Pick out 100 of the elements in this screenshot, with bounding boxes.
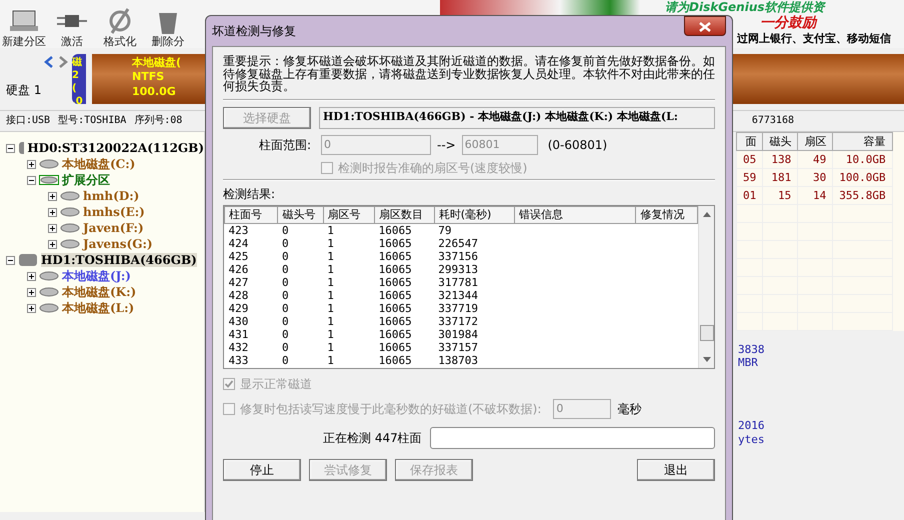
- detail-text: MBR: [738, 356, 758, 370]
- table-cell-text: 428: [228, 288, 250, 302]
- dialog-button[interactable]: 停止: [223, 458, 301, 481]
- column-header[interactable]: 修复情况: [636, 206, 698, 224]
- tree-item[interactable]: HD1:TOSHIBA(466GB): [41, 252, 197, 268]
- table-cell-text: 1: [326, 262, 335, 276]
- expand-icon[interactable]: [27, 288, 36, 296]
- table-cell-text: 16065: [378, 314, 413, 328]
- toolbar-button[interactable]: 删除分: [144, 6, 192, 48]
- table-cell-text: 1: [326, 236, 335, 250]
- toolbar-button[interactable]: 格式化: [96, 6, 144, 48]
- table-cell-text: 337157: [437, 340, 479, 354]
- info-text: 6773168: [752, 115, 794, 127]
- tree-item[interactable]: 本地磁盘(C:): [62, 156, 136, 172]
- table-cell: 1: [323, 223, 375, 237]
- table-cell-text: 0: [280, 354, 290, 367]
- collapse-icon[interactable]: [27, 176, 36, 184]
- tree-item[interactable]: 本地磁盘(L:): [62, 300, 134, 316]
- table-cell-text: 16065: [378, 236, 413, 250]
- forward-icon[interactable]: [58, 56, 68, 68]
- table-cell-text: 16065: [378, 328, 413, 341]
- table-cell-text: 321344: [437, 288, 479, 302]
- table-cell-text: 0: [280, 288, 290, 302]
- expand-icon[interactable]: [48, 192, 57, 200]
- expand-icon[interactable]: [48, 208, 57, 216]
- table-cell: 0: [278, 223, 324, 237]
- table-cell-text: 433: [228, 354, 250, 367]
- tree-item[interactable]: hmhs(E:): [83, 204, 145, 220]
- table-cell-text: 226547: [437, 236, 479, 250]
- table-cell-text: 426: [228, 262, 250, 276]
- table-cell-text: 299313: [437, 262, 479, 276]
- table-cell-text: 0: [280, 236, 290, 250]
- table-cell-text: 0: [280, 302, 290, 315]
- down-arrow-icon[interactable]: [702, 356, 711, 362]
- table-cell-text: 16065: [378, 250, 413, 263]
- expand-icon[interactable]: [48, 224, 57, 232]
- tree-item[interactable]: 本地磁盘(K:): [62, 284, 136, 300]
- table-cell: 30: [798, 168, 833, 186]
- column-header[interactable]: 扇区号: [323, 206, 375, 224]
- table-cell-text: 16065: [378, 354, 413, 367]
- table-cell-text: 337172: [437, 314, 479, 328]
- back-icon[interactable]: [44, 56, 54, 68]
- column-header[interactable]: 容量: [832, 132, 892, 150]
- column-header[interactable]: 面: [736, 132, 763, 150]
- up-arrow-icon[interactable]: [702, 212, 711, 217]
- drive-icon: [60, 191, 80, 201]
- expand-icon[interactable]: [27, 304, 36, 312]
- tree-item[interactable]: hmh(D:): [83, 188, 140, 204]
- checkbox-label: 修复时包括读写速度慢于此毫秒数的好磁道(不破坏数据):: [240, 402, 542, 416]
- drive-icon: [39, 271, 59, 281]
- table-cell-text: 430: [228, 314, 250, 328]
- expand-icon[interactable]: [48, 240, 57, 248]
- expand-icon[interactable]: [27, 160, 36, 168]
- expand-icon[interactable]: [27, 272, 36, 280]
- info-text: 序列号:08: [134, 115, 182, 127]
- column-header[interactable]: 磁头号: [278, 206, 324, 224]
- table-cell-text: 317781: [437, 276, 479, 289]
- column-header[interactable]: 磁头: [762, 132, 798, 150]
- banner-text: 过网上银行、支付宝、移动短信: [737, 32, 891, 46]
- tree-item[interactable]: HD0:ST3120022A(112GB): [27, 140, 204, 156]
- collapse-icon[interactable]: [6, 144, 15, 152]
- scrollbar[interactable]: [698, 206, 714, 368]
- arrow-text: -->: [437, 138, 456, 152]
- table-cell-text: 16065: [378, 340, 413, 354]
- tree-item[interactable]: 本地磁盘(J:): [62, 268, 131, 284]
- table-cell-text: 16065: [378, 302, 413, 315]
- table-cell: 01: [736, 186, 763, 204]
- table-cell-text: 16065: [378, 276, 413, 289]
- table-cell-text: 0: [280, 328, 290, 341]
- range-hint: (0-60801): [548, 138, 608, 152]
- tree-item[interactable]: Javen(F:): [83, 220, 144, 236]
- table-cell-text: 1: [326, 340, 335, 354]
- table-cell-text: 424: [228, 236, 250, 250]
- column-header[interactable]: 扇区数目: [374, 206, 434, 224]
- detail-text: ytes: [738, 432, 764, 446]
- table-cell-text: 301984: [437, 328, 479, 341]
- close-button[interactable]: [684, 16, 726, 36]
- table-cell-text: 16065: [378, 288, 413, 302]
- table-cell-text: 425: [228, 250, 250, 263]
- column-header[interactable]: 扇区: [798, 132, 833, 150]
- column-header[interactable]: 柱面号: [224, 206, 278, 224]
- drive-icon: [60, 207, 80, 217]
- banner-text: 请为DiskGenius软件提供资: [665, 0, 825, 14]
- tree-item[interactable]: Javens(G:): [83, 236, 153, 252]
- drive-icon: [39, 287, 59, 297]
- table-cell-text: 0: [280, 262, 290, 276]
- table-cell: 181: [762, 168, 798, 186]
- collapse-icon[interactable]: [6, 256, 15, 264]
- section-label: 检测结果:: [223, 187, 276, 202]
- table-cell-text: 0: [280, 314, 290, 328]
- column-header[interactable]: 错误信息: [514, 206, 636, 224]
- column-header[interactable]: 耗时(毫秒): [434, 206, 514, 224]
- table-cell: 79: [434, 223, 514, 237]
- toolbar-button[interactable]: 激活: [48, 6, 96, 48]
- tree-item[interactable]: 扩展分区: [62, 172, 110, 188]
- table-cell-text: 0: [280, 276, 290, 289]
- toolbar-button[interactable]: 新建分区: [0, 6, 48, 48]
- dialog-button[interactable]: 退出: [637, 458, 715, 481]
- scrollbar-thumb[interactable]: [700, 324, 714, 341]
- checkbox-label: 显示正常磁道: [240, 376, 312, 391]
